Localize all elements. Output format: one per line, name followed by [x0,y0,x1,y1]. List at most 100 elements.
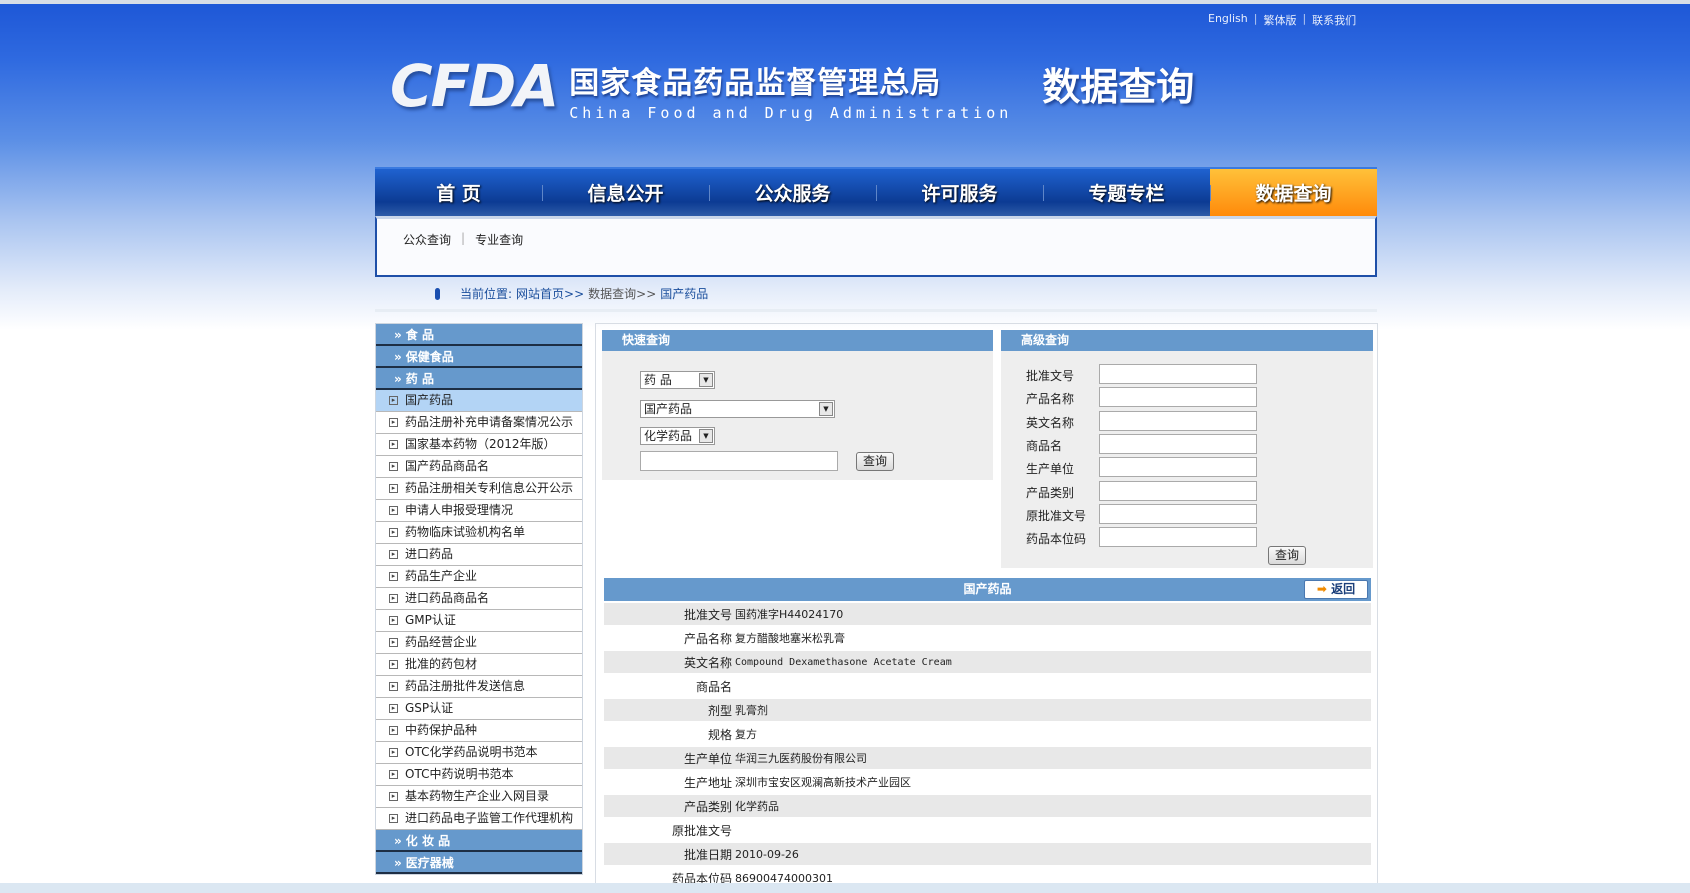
chevron-down-icon: ▼ [699,429,713,443]
quick-search-input[interactable] [640,451,838,471]
expand-box-icon: ▸ [389,770,398,779]
sidebar-item-label: 国家基本药物（2012年版） [405,437,556,451]
chevron-down-icon: ▼ [699,373,713,387]
advanced-field-input[interactable] [1099,364,1257,384]
sidebar-item[interactable]: ▸ 进口药品 [376,544,582,566]
sidebar-item[interactable]: ▸ 药品生产企业 [376,566,582,588]
sidebar-item[interactable]: ▸ 国家基本药物（2012年版） [376,434,582,456]
drug-detail-table: 国产药品 ➡ 返回 批准文号 国药准字H44024170 产品名称 复方醋酸地塞米松乳… [604,578,1371,889]
expand-box-icon: ▸ [389,682,398,691]
top-links: English | 繁体版 | 联系我们 [1208,12,1357,28]
sidebar-item[interactable]: ▸ 批准的药包材 [376,654,582,676]
sidebar-item-label: 药品注册补充申请备案情况公示 [405,415,574,429]
sidebar-item[interactable]: ▸ 申请人申报受理情况 [376,500,582,522]
sidebar-item-label: 批准的药包材 [405,657,478,671]
advanced-field-input[interactable] [1099,480,1257,501]
sidebar-head-drugs[interactable]: » 药 品 [376,368,582,390]
nav-license-service[interactable]: 许可服务 [876,169,1043,216]
nav-topics[interactable]: 专题专栏 [1043,169,1210,216]
nav-data-query[interactable]: 数据查询 [1210,169,1377,216]
detail-title: 国产药品 [963,582,1012,596]
field-label: 产品类别 [1026,485,1075,500]
back-button[interactable]: ➡ 返回 [1304,580,1368,599]
expand-box-icon: ▸ [389,616,398,625]
sidebar-head-cosmetics[interactable]: » 化 妆 品 [376,830,582,852]
field-label: 商品名 [1026,438,1063,453]
expand-box-icon: ▸ [389,594,398,603]
row-label: 产品名称 [683,631,732,646]
quick-search-button[interactable]: 查询 [856,452,895,471]
nav-home[interactable]: 首 页 [375,169,542,216]
category-select[interactable]: 药 品 ▼ [640,371,715,389]
row-label: 商品名 [695,679,732,694]
double-chevron-icon: » [394,328,402,342]
breadcrumb-home[interactable]: 网站首页>> [516,285,584,302]
breadcrumb-section[interactable]: 数据查询>> [588,285,656,302]
nav-info[interactable]: 信息公开 [542,169,709,216]
sidebar-item-label: 进口药品电子监管工作代理机构 [405,811,574,825]
sidebar-item-label: 进口药品 [405,547,454,561]
expand-box-icon: ▸ [389,704,398,713]
advanced-field-input[interactable] [1099,503,1257,524]
expand-box-icon: ▸ [389,462,398,471]
table-row: 生产单位 华润三九医药股份有限公司 [604,745,1371,769]
expand-box-icon: ▸ [389,638,398,647]
table-row: 批准日期 2010-09-26 [604,841,1371,865]
arrow-right-icon: ➡ [1316,582,1327,596]
logo-subtitle: 数据查询 [1042,65,1195,109]
subnav-public-query[interactable]: 公众查询 [403,231,451,275]
divider [375,309,1377,312]
sidebar-item-label: 药品经营企业 [405,635,478,649]
main-nav: 首 页 信息公开 公众服务 许可服务 专题专栏 数据查询 [375,167,1377,216]
sidebar-item[interactable]: ▸ 进口药品电子监管工作代理机构 [376,808,582,830]
chevron-down-icon: ▼ [819,402,833,416]
sidebar-item[interactable]: ▸ 药物临床试验机构名单 [376,522,582,544]
row-label: 批准日期 [683,847,732,862]
sidebar-head-devices[interactable]: » 医疗器械 [376,852,582,874]
browser-tab-strip [0,0,1690,4]
main-content: 快速查询 药 品 ▼ 国产药品 ▼ 化学药品 ▼ 查询 高级查询 批准文号 产品名称 英文… [595,323,1378,893]
double-chevron-icon: » [394,372,402,386]
table-row: 剂型 乳膏剂 [604,697,1371,721]
row-value: 复方 [735,728,757,741]
link-contact[interactable]: 联系我们 [1312,12,1356,28]
drug-type-select[interactable]: 化学药品 ▼ [640,427,715,445]
field-label: 原批准文号 [1026,508,1087,523]
row-label: 英文名称 [683,655,732,670]
link-traditional[interactable]: 繁体版 [1263,12,1296,28]
double-chevron-icon: » [394,834,402,848]
subnav-pro-query[interactable]: 专业查询 [475,231,523,275]
row-label: 原批准文号 [671,823,732,838]
sidebar-item[interactable]: ▸ 药品注册相关专利信息公开公示 [376,478,582,500]
sidebar-item[interactable]: ▸ 基本药物生产企业入网目录 [376,786,582,808]
sidebar-item[interactable]: ▸ 国产药品商品名 [376,456,582,478]
advanced-field-input[interactable] [1099,527,1257,548]
sidebar-head-food[interactable]: » 食 品 [376,324,582,346]
sidebar-item[interactable]: ▸ GMP认证 [376,610,582,632]
advanced-field-input[interactable] [1099,387,1257,408]
sidebar-item[interactable]: ▸ OTC化学药品说明书范本 [376,742,582,764]
sidebar-item[interactable]: ▸ 药品注册批件发送信息 [376,676,582,698]
sidebar-item[interactable]: ▸ 中药保护品种 [376,720,582,742]
sidebar-item[interactable]: ▸ 药品注册补充申请备案情况公示 [376,412,582,434]
nav-public-service[interactable]: 公众服务 [709,169,876,216]
sidebar-item[interactable]: ▸ 进口药品商品名 [376,588,582,610]
sidebar-item[interactable]: ▸ OTC中药说明书范本 [376,764,582,786]
database-select[interactable]: 国产药品 ▼ [640,400,835,418]
table-row: 批准文号 国药准字H44024170 [604,601,1371,625]
cfda-logo-mark: CFDA [390,52,559,120]
sidebar-item[interactable]: ▸ GSP认证 [376,698,582,720]
row-value: 乳膏剂 [735,704,768,717]
advanced-search-button[interactable]: 查询 [1268,546,1307,565]
expand-box-icon: ▸ [389,484,398,493]
advanced-field-input[interactable] [1099,433,1257,454]
field-label: 批准文号 [1026,369,1075,383]
breadcrumb-current: 国产药品 [660,287,709,301]
link-english[interactable]: English [1208,12,1248,28]
location-pin-icon [435,287,440,300]
sidebar-item[interactable]: ▸ 国产药品 [376,390,582,412]
sidebar-item[interactable]: ▸ 药品经营企业 [376,632,582,654]
advanced-field-input[interactable] [1099,410,1257,431]
sidebar-head-health-food[interactable]: » 保健食品 [376,346,582,368]
advanced-field-input[interactable] [1099,457,1257,478]
